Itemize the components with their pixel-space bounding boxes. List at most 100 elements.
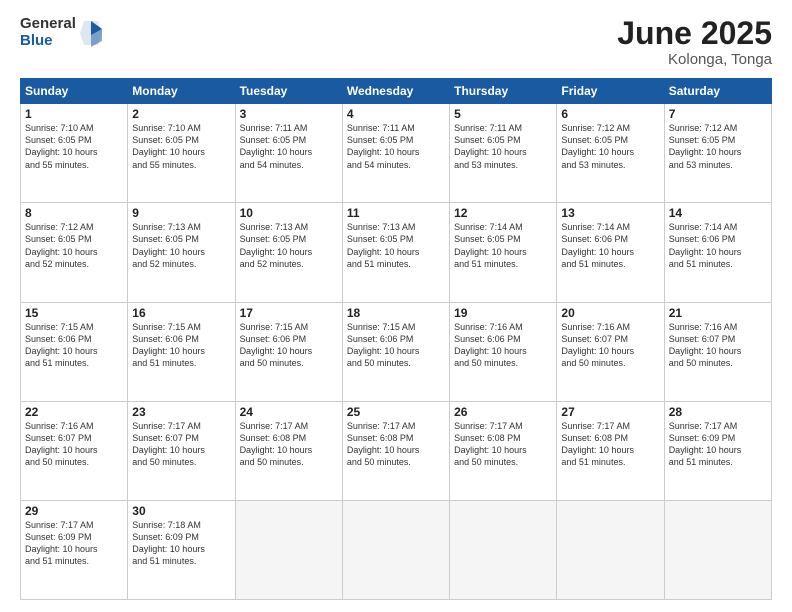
calendar-cell: 12Sunrise: 7:14 AM Sunset: 6:05 PM Dayli…: [450, 203, 557, 302]
col-header-monday: Monday: [128, 79, 235, 104]
calendar-cell: 8Sunrise: 7:12 AM Sunset: 6:05 PM Daylig…: [21, 203, 128, 302]
day-number: 27: [561, 405, 659, 419]
day-info: Sunrise: 7:15 AM Sunset: 6:06 PM Dayligh…: [132, 321, 230, 370]
day-info: Sunrise: 7:11 AM Sunset: 6:05 PM Dayligh…: [240, 122, 338, 171]
day-info: Sunrise: 7:17 AM Sunset: 6:08 PM Dayligh…: [347, 420, 445, 469]
calendar-cell: 14Sunrise: 7:14 AM Sunset: 6:06 PM Dayli…: [664, 203, 771, 302]
col-header-saturday: Saturday: [664, 79, 771, 104]
day-number: 9: [132, 206, 230, 220]
calendar-cell: 5Sunrise: 7:11 AM Sunset: 6:05 PM Daylig…: [450, 104, 557, 203]
day-info: Sunrise: 7:12 AM Sunset: 6:05 PM Dayligh…: [669, 122, 767, 171]
day-number: 7: [669, 107, 767, 121]
calendar-cell: [235, 500, 342, 599]
calendar-cell: 19Sunrise: 7:16 AM Sunset: 6:06 PM Dayli…: [450, 302, 557, 401]
col-header-sunday: Sunday: [21, 79, 128, 104]
day-info: Sunrise: 7:16 AM Sunset: 6:07 PM Dayligh…: [25, 420, 123, 469]
logo-blue: Blue: [20, 33, 76, 50]
header: General Blue June 2025 Kolonga, Tonga: [20, 16, 772, 68]
calendar-cell: 17Sunrise: 7:15 AM Sunset: 6:06 PM Dayli…: [235, 302, 342, 401]
logo-general: General: [20, 16, 76, 33]
calendar-cell: 24Sunrise: 7:17 AM Sunset: 6:08 PM Dayli…: [235, 401, 342, 500]
day-info: Sunrise: 7:17 AM Sunset: 6:07 PM Dayligh…: [132, 420, 230, 469]
day-number: 2: [132, 107, 230, 121]
day-info: Sunrise: 7:17 AM Sunset: 6:08 PM Dayligh…: [454, 420, 552, 469]
calendar-cell: [664, 500, 771, 599]
day-number: 6: [561, 107, 659, 121]
location: Kolonga, Tonga: [617, 51, 772, 68]
calendar-cell: 13Sunrise: 7:14 AM Sunset: 6:06 PM Dayli…: [557, 203, 664, 302]
day-info: Sunrise: 7:15 AM Sunset: 6:06 PM Dayligh…: [347, 321, 445, 370]
calendar-week-3: 15Sunrise: 7:15 AM Sunset: 6:06 PM Dayli…: [21, 302, 772, 401]
day-number: 4: [347, 107, 445, 121]
day-info: Sunrise: 7:17 AM Sunset: 6:08 PM Dayligh…: [240, 420, 338, 469]
col-header-wednesday: Wednesday: [342, 79, 449, 104]
day-number: 18: [347, 306, 445, 320]
day-info: Sunrise: 7:16 AM Sunset: 6:06 PM Dayligh…: [454, 321, 552, 370]
calendar-week-1: 1 Sunrise: 7:10 AM Sunset: 6:05 PM Daylig…: [21, 104, 772, 203]
calendar-cell: 7Sunrise: 7:12 AM Sunset: 6:05 PM Daylig…: [664, 104, 771, 203]
col-header-thursday: Thursday: [450, 79, 557, 104]
day-number: 30: [132, 504, 230, 518]
calendar-cell: 15Sunrise: 7:15 AM Sunset: 6:06 PM Dayli…: [21, 302, 128, 401]
day-number: 20: [561, 306, 659, 320]
day-info: Sunrise: 7:10 AM Sunset: 6:05 PM Dayligh…: [132, 122, 230, 171]
calendar-week-5: 29Sunrise: 7:17 AM Sunset: 6:09 PM Dayli…: [21, 500, 772, 599]
calendar-cell: 4Sunrise: 7:11 AM Sunset: 6:05 PM Daylig…: [342, 104, 449, 203]
day-info: Sunrise: 7:17 AM Sunset: 6:09 PM Dayligh…: [669, 420, 767, 469]
calendar-cell: 1Sunrise: 7:10 AM Sunset: 6:05 PM Daylig…: [21, 104, 128, 203]
day-number: 26: [454, 405, 552, 419]
day-number: 3: [240, 107, 338, 121]
logo-text: General Blue: [20, 16, 76, 49]
calendar-table: SundayMondayTuesdayWednesdayThursdayFrid…: [20, 78, 772, 600]
day-number: 10: [240, 206, 338, 220]
day-number: 14: [669, 206, 767, 220]
day-number: 23: [132, 405, 230, 419]
day-number: 21: [669, 306, 767, 320]
calendar-cell: 25Sunrise: 7:17 AM Sunset: 6:08 PM Dayli…: [342, 401, 449, 500]
calendar-week-2: 8Sunrise: 7:12 AM Sunset: 6:05 PM Daylig…: [21, 203, 772, 302]
day-number: 11: [347, 206, 445, 220]
calendar-cell: 27Sunrise: 7:17 AM Sunset: 6:08 PM Dayli…: [557, 401, 664, 500]
day-number: 24: [240, 405, 338, 419]
day-info: Sunrise: 7:16 AM Sunset: 6:07 PM Dayligh…: [669, 321, 767, 370]
day-number: 29: [25, 504, 123, 518]
day-info: Sunrise: 7:14 AM Sunset: 6:05 PM Dayligh…: [454, 221, 552, 270]
day-info: Sunrise: 7:15 AM Sunset: 6:06 PM Dayligh…: [25, 321, 123, 370]
calendar-cell: 2Sunrise: 7:10 AM Sunset: 6:05 PM Daylig…: [128, 104, 235, 203]
calendar-cell: [450, 500, 557, 599]
calendar-cell: 18Sunrise: 7:15 AM Sunset: 6:06 PM Dayli…: [342, 302, 449, 401]
day-info: Sunrise: 7:14 AM Sunset: 6:06 PM Dayligh…: [561, 221, 659, 270]
day-info: Sunrise: 7:11 AM Sunset: 6:05 PM Dayligh…: [347, 122, 445, 171]
page: General Blue June 2025 Kolonga, Tonga Su…: [0, 0, 792, 612]
calendar-cell: 22Sunrise: 7:16 AM Sunset: 6:07 PM Dayli…: [21, 401, 128, 500]
day-number: 8: [25, 206, 123, 220]
day-info: Sunrise: 7:17 AM Sunset: 6:09 PM Dayligh…: [25, 519, 123, 568]
calendar-cell: 30Sunrise: 7:18 AM Sunset: 6:09 PM Dayli…: [128, 500, 235, 599]
col-header-tuesday: Tuesday: [235, 79, 342, 104]
calendar-cell: 20Sunrise: 7:16 AM Sunset: 6:07 PM Dayli…: [557, 302, 664, 401]
calendar-cell: 3Sunrise: 7:11 AM Sunset: 6:05 PM Daylig…: [235, 104, 342, 203]
day-info: Sunrise: 7:13 AM Sunset: 6:05 PM Dayligh…: [240, 221, 338, 270]
day-number: 28: [669, 405, 767, 419]
calendar-cell: 16Sunrise: 7:15 AM Sunset: 6:06 PM Dayli…: [128, 302, 235, 401]
day-info: Sunrise: 7:13 AM Sunset: 6:05 PM Dayligh…: [347, 221, 445, 270]
day-info: Sunrise: 7:11 AM Sunset: 6:05 PM Dayligh…: [454, 122, 552, 171]
day-info: Sunrise: 7:13 AM Sunset: 6:05 PM Dayligh…: [132, 221, 230, 270]
calendar-cell: 11Sunrise: 7:13 AM Sunset: 6:05 PM Dayli…: [342, 203, 449, 302]
month-title: June 2025: [617, 16, 772, 51]
logo: General Blue: [20, 16, 102, 49]
day-number: 16: [132, 306, 230, 320]
day-number: 22: [25, 405, 123, 419]
calendar-cell: 9Sunrise: 7:13 AM Sunset: 6:05 PM Daylig…: [128, 203, 235, 302]
day-info: Sunrise: 7:14 AM Sunset: 6:06 PM Dayligh…: [669, 221, 767, 270]
day-number: 13: [561, 206, 659, 220]
day-number: 25: [347, 405, 445, 419]
calendar-cell: 6Sunrise: 7:12 AM Sunset: 6:05 PM Daylig…: [557, 104, 664, 203]
day-number: 15: [25, 306, 123, 320]
calendar-cell: 23Sunrise: 7:17 AM Sunset: 6:07 PM Dayli…: [128, 401, 235, 500]
day-number: 1: [25, 107, 123, 121]
calendar-cell: 10Sunrise: 7:13 AM Sunset: 6:05 PM Dayli…: [235, 203, 342, 302]
day-number: 12: [454, 206, 552, 220]
day-number: 5: [454, 107, 552, 121]
day-number: 19: [454, 306, 552, 320]
